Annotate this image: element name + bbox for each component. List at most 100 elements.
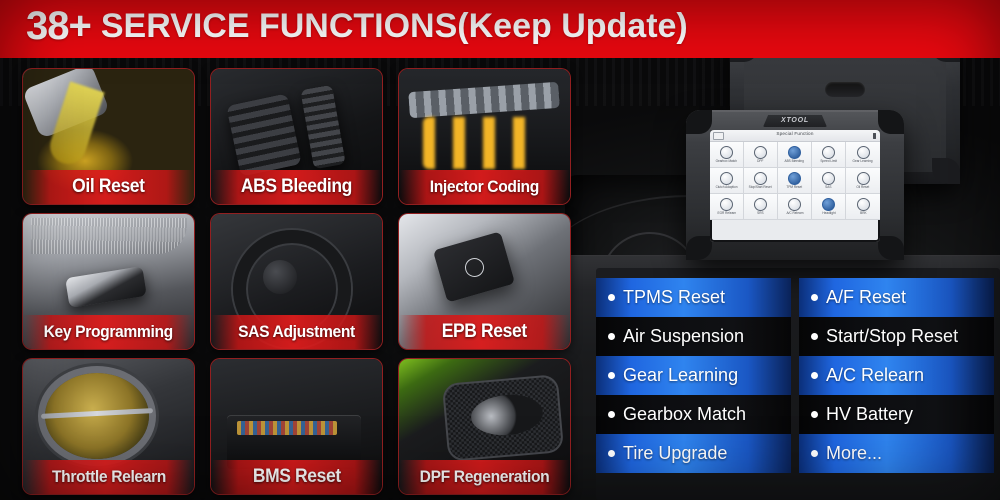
bullet-icon (608, 294, 615, 301)
function-icon (822, 145, 835, 159)
feature-tile-label-band: Oil Reset (23, 170, 194, 204)
bullet-icon (608, 372, 615, 379)
page-title: SERVICE FUNCTIONS(Keep Update) (100, 7, 688, 45)
special-function-item[interactable]: DPF (744, 142, 778, 168)
function-icon-label: Stop/Start Reset (748, 184, 772, 189)
special-function-item[interactable]: Clutch Adaption (710, 168, 744, 194)
bumper-corner (686, 110, 712, 134)
feature-tile[interactable]: Key Programming (22, 213, 195, 350)
special-function-item[interactable]: A/C Relearn (778, 194, 812, 220)
feature-tile-label: DPF Regeneration (419, 467, 550, 486)
function-icon-label: ABS Bleeding (784, 158, 805, 163)
feature-tile-label: EPB Reset (441, 321, 528, 342)
function-icon-label: Clutch Adaption (715, 184, 738, 189)
feature-tile[interactable]: DPF Regeneration (398, 358, 571, 495)
special-function-item[interactable]: SRS (744, 194, 778, 220)
special-function-item[interactable]: Gearbox Match (710, 142, 744, 168)
function-list-item[interactable]: A/C Relearn (799, 356, 994, 395)
header-banner: 38+ SERVICE FUNCTIONS(Keep Update) (0, 0, 1000, 58)
special-function-item[interactable]: ABS Bleeding (778, 142, 812, 168)
function-list-item-label: Gearbox Match (623, 404, 747, 424)
feature-tile-label-band: DPF Regeneration (399, 460, 570, 494)
function-icon (754, 145, 767, 159)
feature-tile-label-band: BMS Reset (211, 460, 382, 494)
feature-tile-label-band: Injector Coding (399, 170, 570, 204)
feature-tile[interactable]: Injector Coding (398, 68, 571, 205)
function-list-item[interactable]: More... (799, 434, 994, 473)
function-list-item[interactable]: HV Battery (799, 395, 994, 434)
bumper-corner (878, 110, 904, 134)
function-list-item[interactable]: A/F Reset (799, 278, 994, 317)
function-list-item-label: Air Suspension (623, 326, 745, 346)
special-function-item[interactable]: Stop/Start Reset (744, 168, 778, 194)
function-list-item[interactable]: Gear Learning (596, 356, 791, 395)
feature-tile-label: Injector Coding (429, 177, 540, 196)
feature-tile-label-band: EPB Reset (399, 315, 570, 349)
bullet-icon (811, 294, 818, 301)
bullet-icon (811, 450, 818, 457)
function-list-panel: TPMS Reset Air Suspension Gear Learning Gea… (596, 278, 994, 484)
bullet-icon (811, 333, 818, 340)
promo-banner-image: 38+ SERVICE FUNCTIONS(Keep Update) XTOOL … (0, 0, 1000, 500)
function-icon (856, 145, 870, 159)
function-icon (720, 171, 733, 185)
special-function-grid: Gearbox Match DPF ABS Bleeding Speed Limit G… (710, 142, 880, 220)
function-icon-label: A/C Relearn (785, 210, 804, 215)
bullet-icon (608, 450, 615, 457)
tablet-device: XTOOL Special Function Gearbox Match DPF A… (686, 110, 904, 260)
function-icon (856, 171, 870, 185)
feature-tile-label-band: SAS Adjustment (211, 315, 382, 349)
special-function-item[interactable]: SAS (812, 168, 846, 194)
function-icon-label: DPF (757, 158, 764, 163)
function-list-item[interactable]: TPMS Reset (596, 278, 791, 317)
function-icon-label: Headlight (821, 210, 836, 215)
feature-tile-label-band: Throttle Relearn (23, 460, 194, 494)
feature-tile[interactable]: BMS Reset (210, 358, 383, 495)
brand-logo: XTOOL (763, 115, 827, 127)
function-icon (856, 197, 870, 211)
special-function-item[interactable]: Headlight (812, 194, 846, 220)
feature-tile-label: Throttle Relearn (51, 467, 166, 486)
feature-tile[interactable]: EPB Reset (398, 213, 571, 350)
function-list-item-label: TPMS Reset (623, 287, 726, 307)
function-list-item[interactable]: Gearbox Match (596, 395, 791, 434)
special-function-item[interactable]: EGR Relearn (710, 194, 744, 220)
function-list-item[interactable]: Start/Stop Reset (799, 317, 994, 356)
function-icon (788, 145, 801, 159)
bullet-icon (608, 333, 615, 340)
function-icon-label: Gear Learning (852, 158, 874, 163)
bumper-corner (878, 236, 904, 260)
bullet-icon (608, 411, 615, 418)
tablet-screen: Special Function Gearbox Match DPF ABS Ble… (710, 130, 880, 242)
function-icon (822, 171, 835, 185)
special-function-item[interactable]: BRK (846, 194, 880, 220)
screen-title: Special Function (776, 131, 814, 136)
function-list-item[interactable]: Air Suspension (596, 317, 791, 356)
special-function-item[interactable]: Oil Reset (846, 168, 880, 194)
special-function-item[interactable]: TPM Reset (778, 168, 812, 194)
feature-tile[interactable]: ABS Bleeding (210, 68, 383, 205)
function-list-item[interactable]: Tire Upgrade (596, 434, 791, 473)
bullet-icon (811, 372, 818, 379)
function-icon-label: Speed Limit (820, 158, 837, 163)
function-icon-label: SAS (825, 184, 832, 189)
feature-tile-label: Key Programming (43, 322, 174, 341)
feature-tile[interactable]: Throttle Relearn (22, 358, 195, 495)
feature-tile-label: Oil Reset (72, 176, 145, 197)
feature-tile-label: ABS Bleeding (240, 176, 353, 197)
battery-icon (873, 132, 876, 139)
feature-tile-label: BMS Reset (252, 466, 341, 487)
feature-tile[interactable]: SAS Adjustment (210, 213, 383, 350)
special-function-item[interactable]: Speed Limit (812, 142, 846, 168)
camera-icon (825, 82, 865, 97)
feature-tile[interactable]: Oil Reset (22, 68, 195, 205)
special-function-item[interactable]: Gear Learning (846, 142, 880, 168)
bumper-corner (686, 236, 712, 260)
function-icon-label: EGR Relearn (717, 210, 736, 215)
function-list-item-label: Start/Stop Reset (826, 326, 959, 346)
function-icon-label: Gearbox Match (715, 158, 738, 163)
function-list-item-label: A/F Reset (826, 287, 907, 307)
function-list-item-label: Tire Upgrade (623, 443, 728, 463)
function-icon (754, 171, 767, 185)
function-icon (720, 197, 733, 211)
